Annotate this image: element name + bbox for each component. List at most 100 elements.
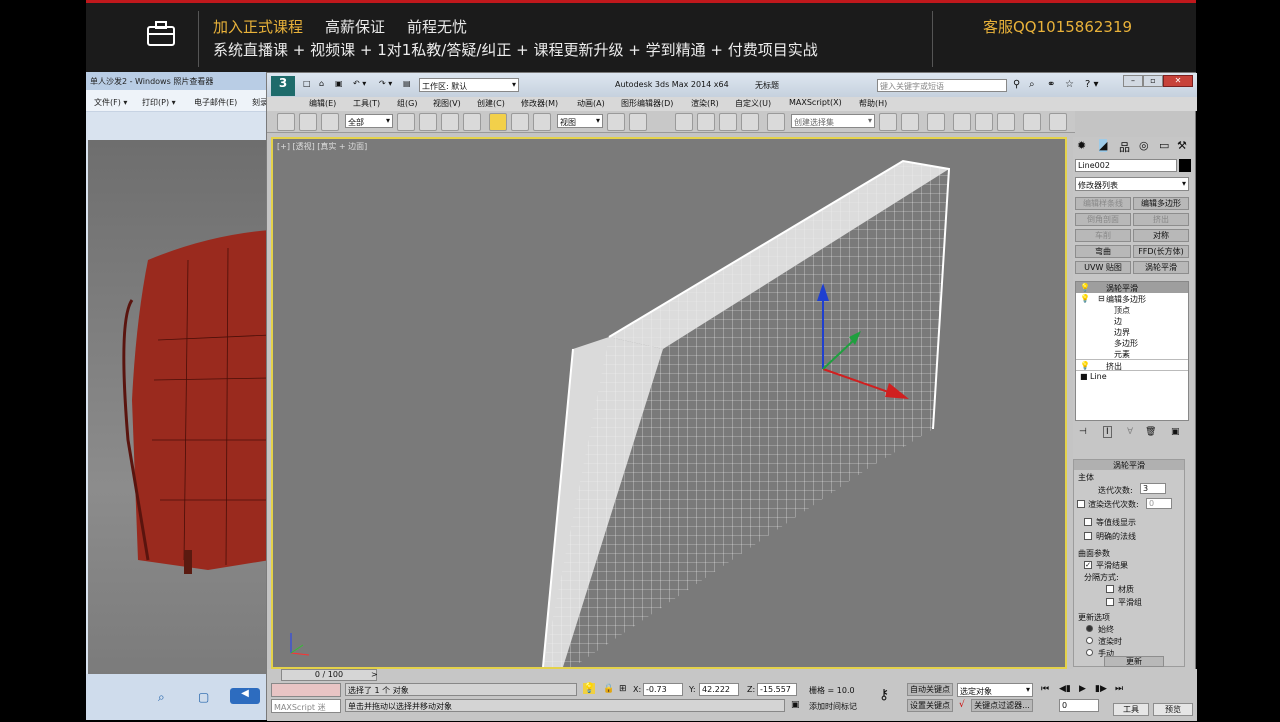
select-icon[interactable] bbox=[397, 113, 415, 131]
schematic-icon[interactable] bbox=[997, 113, 1015, 131]
modifier-btn-lathe[interactable]: 车削 bbox=[1075, 229, 1131, 242]
bulb-icon[interactable]: 💡 bbox=[1080, 294, 1090, 303]
key-mode-dropdown[interactable]: 选定对象 bbox=[957, 683, 1033, 697]
utilities-tab-icon[interactable]: ⚒ bbox=[1177, 139, 1187, 152]
rotate-icon[interactable] bbox=[511, 113, 529, 131]
menu-maxscript[interactable]: MAXScript(X) bbox=[789, 98, 842, 107]
modify-tab-icon[interactable]: ◢ bbox=[1099, 139, 1108, 152]
maximize-button[interactable]: ▫ bbox=[1143, 75, 1163, 87]
star-icon[interactable]: ☆ bbox=[1065, 79, 1074, 90]
layer-manager-icon[interactable] bbox=[927, 113, 945, 131]
exchange-icon[interactable]: ⚭ bbox=[1047, 79, 1055, 90]
zoom-icon[interactable]: ⌕ bbox=[158, 690, 165, 705]
menu-graph-editors[interactable]: 图形编辑器(D) bbox=[621, 98, 673, 109]
collapse-icon[interactable]: ⊟ bbox=[1098, 294, 1105, 303]
modifier-btn-ffd-box[interactable]: FFD(长方体) bbox=[1133, 245, 1189, 258]
add-time-tag[interactable]: 添加时间标记 bbox=[809, 701, 857, 712]
unlink-icon[interactable] bbox=[299, 113, 317, 131]
time-tag-icon[interactable]: ▣ bbox=[791, 700, 800, 710]
when-rendering-radio[interactable] bbox=[1086, 637, 1093, 644]
render-iters-spinner[interactable]: 0 bbox=[1146, 498, 1172, 509]
key-icon[interactable]: ⚷ bbox=[879, 687, 889, 703]
show-end-result-icon[interactable]: Ⅰ bbox=[1103, 426, 1112, 438]
menu-help[interactable]: 帮助(H) bbox=[859, 98, 887, 109]
selection-lock-icon[interactable]: 🔒 bbox=[603, 684, 614, 694]
modifier-list-dropdown[interactable]: 修改器列表 bbox=[1075, 177, 1189, 191]
spinner-snap-icon[interactable] bbox=[741, 113, 759, 131]
next-frame-icon[interactable]: > bbox=[371, 670, 378, 679]
stack-subitem[interactable]: 边界 bbox=[1076, 326, 1188, 337]
make-unique-icon[interactable]: ∀ bbox=[1127, 427, 1133, 437]
smooth-result-checkbox[interactable]: ✓ bbox=[1084, 561, 1092, 569]
stack-subitem[interactable]: 边 bbox=[1076, 315, 1188, 326]
modifier-btn-turbosmooth[interactable]: 涡轮平滑 bbox=[1133, 261, 1189, 274]
fit-icon[interactable]: ▢ bbox=[198, 690, 209, 704]
coord-y-field[interactable]: 42.222 bbox=[699, 683, 739, 696]
percent-snap-icon[interactable] bbox=[719, 113, 737, 131]
modifier-btn-edit-spline[interactable]: 编辑样条线 bbox=[1075, 197, 1131, 210]
snap-toggle-icon[interactable] bbox=[675, 113, 693, 131]
remove-modifier-icon[interactable]: 🗑 bbox=[1145, 427, 1156, 437]
maxscript-listener[interactable]: MAXScript 迷 bbox=[271, 699, 341, 713]
minimize-button[interactable]: – bbox=[1123, 75, 1143, 87]
undo-icon[interactable]: ↶ ▾ bbox=[353, 79, 366, 88]
modifier-btn-symmetry[interactable]: 对称 bbox=[1133, 229, 1189, 242]
search-input[interactable]: 键入关键字或短语 bbox=[877, 79, 1007, 92]
open-icon[interactable]: ⌂ bbox=[319, 79, 324, 88]
modifier-btn-extrude[interactable]: 挤出 bbox=[1133, 213, 1189, 226]
close-button[interactable]: ✕ bbox=[1163, 75, 1193, 87]
selection-filter-dropdown[interactable]: 全部 bbox=[345, 114, 393, 128]
bulb-icon[interactable]: 💡 bbox=[1080, 361, 1090, 370]
selection-lock-area[interactable] bbox=[271, 683, 341, 697]
binoculars-icon[interactable]: ⚲ bbox=[1013, 79, 1020, 90]
modifier-btn-uvw-map[interactable]: UVW 贴图 bbox=[1075, 261, 1131, 274]
manually-radio[interactable] bbox=[1086, 649, 1093, 656]
move-icon[interactable] bbox=[489, 113, 507, 131]
pin-stack-icon[interactable]: ⊣ bbox=[1079, 427, 1087, 437]
menu-file[interactable]: 文件(F) ▾ bbox=[94, 97, 127, 108]
menu-edit[interactable]: 编辑(E) bbox=[309, 98, 336, 109]
stack-subitem[interactable]: 顶点 bbox=[1076, 304, 1188, 315]
configure-sets-icon[interactable]: ▣ bbox=[1171, 427, 1180, 437]
coord-z-field[interactable]: -15.557 bbox=[757, 683, 797, 696]
menu-create[interactable]: 创建(C) bbox=[477, 98, 505, 109]
named-selection-dropdown[interactable]: 创建选择集 bbox=[791, 114, 875, 128]
stack-subitem[interactable]: 元素 bbox=[1076, 348, 1188, 359]
stack-item[interactable]: 💡 涡轮平滑 bbox=[1076, 282, 1188, 293]
explicit-normals-checkbox[interactable] bbox=[1084, 532, 1092, 540]
goto-end-icon[interactable]: ⏭ bbox=[1115, 684, 1123, 694]
menu-rendering[interactable]: 渲染(R) bbox=[691, 98, 719, 109]
display-tab-icon[interactable]: ▭ bbox=[1159, 139, 1169, 152]
time-slider[interactable]: 0 / 100 bbox=[281, 669, 377, 681]
hierarchy-tab-icon[interactable]: 品 bbox=[1119, 139, 1130, 155]
create-tab-icon[interactable]: ✹ bbox=[1077, 139, 1086, 152]
goto-start-icon[interactable]: ⏮ bbox=[1041, 684, 1049, 694]
save-icon[interactable]: ▣ bbox=[335, 79, 343, 88]
bulb-icon[interactable]: 💡 bbox=[1080, 283, 1090, 292]
smoothing-groups-checkbox[interactable] bbox=[1106, 598, 1114, 606]
reference-coord-dropdown[interactable]: 视图 bbox=[557, 114, 603, 128]
menu-customize[interactable]: 自定义(U) bbox=[735, 98, 771, 109]
material-editor-icon[interactable] bbox=[1023, 113, 1041, 131]
help-icon[interactable]: ? ▾ bbox=[1085, 79, 1099, 90]
object-name-field[interactable]: Line002 bbox=[1075, 159, 1177, 172]
scale-icon[interactable] bbox=[533, 113, 551, 131]
graphite-icon[interactable] bbox=[953, 113, 971, 131]
menu-tools[interactable]: 工具(T) bbox=[353, 98, 380, 109]
menu-email[interactable]: 电子邮件(E) bbox=[194, 97, 237, 108]
set-key-button[interactable]: 设置关键点 bbox=[907, 699, 953, 712]
menu-animation[interactable]: 动画(A) bbox=[577, 98, 605, 109]
menu-group[interactable]: 组(G) bbox=[397, 98, 417, 109]
object-color-swatch[interactable] bbox=[1179, 159, 1191, 172]
render-iters-checkbox[interactable] bbox=[1077, 500, 1085, 508]
key-filters-button[interactable]: 关键点过滤器... bbox=[971, 699, 1033, 712]
stack-item[interactable]: 💡 挤出 bbox=[1076, 359, 1188, 371]
motion-tab-icon[interactable]: ◎ bbox=[1139, 139, 1149, 152]
update-button[interactable]: 更新 bbox=[1104, 656, 1164, 667]
key-filter-icon[interactable]: √ bbox=[959, 700, 965, 710]
hold-icon[interactable]: ▤ bbox=[403, 79, 411, 88]
move-gizmo-icon[interactable] bbox=[793, 279, 913, 409]
stack-item[interactable]: ■ Line bbox=[1076, 370, 1188, 381]
workspace-dropdown[interactable]: 工作区: 默认 bbox=[419, 78, 519, 92]
rect-region-icon[interactable] bbox=[441, 113, 459, 131]
